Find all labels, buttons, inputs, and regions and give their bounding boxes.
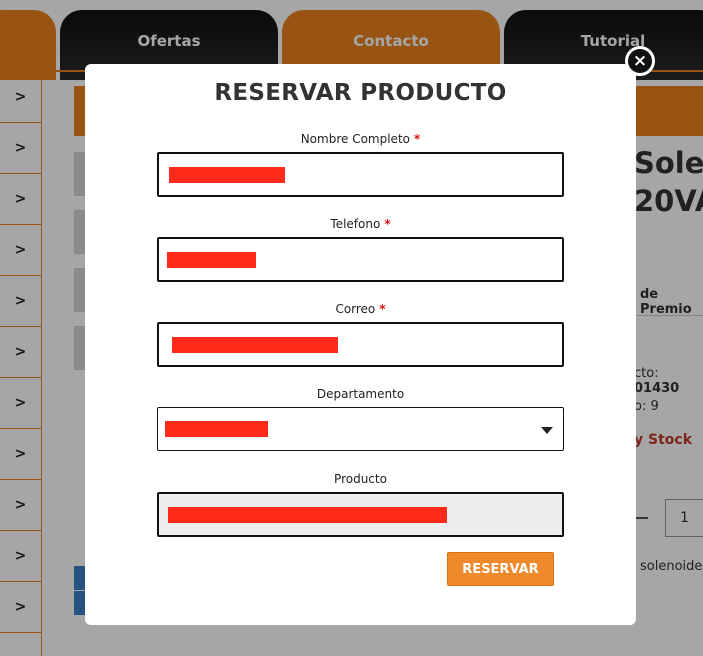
reservar-button[interactable]: RESERVAR — [447, 552, 554, 586]
correo-label-text: Correo — [335, 302, 376, 316]
telefono-input[interactable] — [157, 237, 564, 282]
telefono-label: Telefono * — [85, 217, 636, 231]
modal-title: RESERVAR PRODUCTO — [214, 80, 507, 106]
redacted-value — [167, 251, 256, 268]
redacted-value — [169, 166, 285, 183]
required-mark: * — [379, 302, 386, 316]
nombre-label-text: Nombre Completo — [300, 132, 410, 146]
correo-input[interactable] — [157, 322, 564, 367]
redacted-value — [165, 421, 268, 437]
producto-input — [157, 492, 564, 537]
telefono-label-text: Telefono — [330, 217, 381, 231]
caret-down-icon — [541, 427, 553, 434]
required-mark: * — [414, 132, 421, 146]
correo-label: Correo * — [85, 302, 636, 316]
departamento-select[interactable] — [157, 407, 564, 451]
required-mark: * — [384, 217, 391, 231]
reserve-product-modal: RESERVAR PRODUCTO Nombre Completo * Telef… — [85, 64, 636, 625]
departamento-label: Departamento — [316, 387, 405, 401]
nombre-completo-input[interactable] — [157, 152, 564, 197]
producto-label: Producto — [334, 472, 387, 486]
nombre-label: Nombre Completo * — [85, 132, 636, 146]
redacted-value — [168, 506, 447, 523]
redacted-value — [172, 336, 338, 353]
close-icon[interactable]: × — [625, 46, 655, 76]
